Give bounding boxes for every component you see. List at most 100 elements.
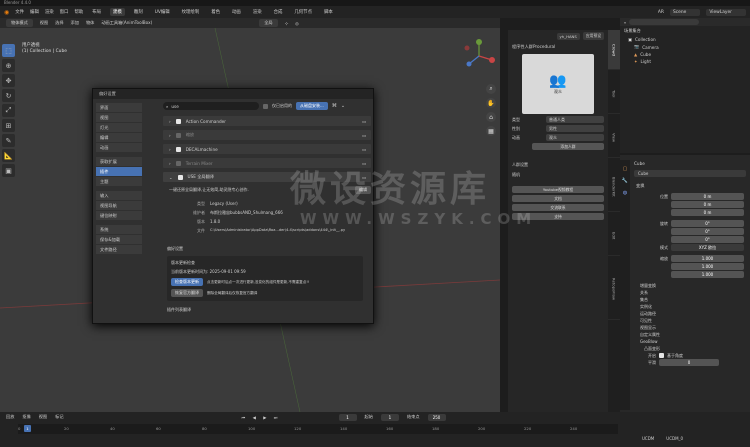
workspace-tab-uv[interactable]: UV编辑 <box>152 8 173 16</box>
outliner-item-collection[interactable]: ▣ Collection <box>620 36 750 43</box>
addon-enable-checkbox[interactable] <box>175 146 181 152</box>
workspace-tab-layout[interactable]: 布局 <box>89 8 104 16</box>
outliner-item-camera[interactable]: 📷 Camera <box>620 43 750 51</box>
add-crowd-button[interactable]: 添加人群 <box>532 143 604 150</box>
workspace-tab-texture[interactable]: 纹理绘制 <box>179 8 203 16</box>
rotation-y-field[interactable]: 0° <box>671 228 744 235</box>
timeline-menu-playback[interactable]: 回放 <box>6 414 14 420</box>
rotation-x-field[interactable]: 0° <box>671 220 744 227</box>
pref-nav-animation[interactable]: 动画 <box>96 143 142 152</box>
expand-arrow-icon[interactable]: › <box>169 161 171 166</box>
addon-search-input[interactable]: use <box>171 104 178 109</box>
pref-nav-system[interactable]: 系统 <box>96 225 142 234</box>
header-menu-add[interactable]: 添加 <box>71 20 79 26</box>
npanel-tab-hans[interactable]: yh_HANS <box>556 32 580 40</box>
menu-edit[interactable]: 编辑 <box>30 9 39 15</box>
pref-nav-extensions[interactable]: 获取扩展 <box>96 157 142 166</box>
timeline-ruler[interactable]: 1 0 20 40 60 80 100 120 140 160 180 200 … <box>18 424 618 434</box>
mode-selector[interactable]: 物体模式 <box>6 19 33 27</box>
addon-row[interactable]: › 缩放 ▭ <box>163 130 371 140</box>
panel-geoblow[interactable]: GeoBlow <box>640 338 750 345</box>
zoom-icon[interactable]: ⌕ <box>486 84 496 94</box>
view-layer-selector[interactable]: ViewLayer <box>706 8 746 16</box>
crowd-random-panel[interactable]: 随机 <box>508 170 608 184</box>
outliner-scene-collection[interactable]: 场景集合 <box>620 26 750 36</box>
timeline-menu-marker[interactable]: 标记 <box>55 414 63 420</box>
pref-nav-viewport[interactable]: 视图 <box>96 113 142 122</box>
collapse-arrow-icon[interactable]: ⌄ <box>169 175 173 180</box>
rotation-z-field[interactable]: 0° <box>671 236 744 243</box>
grid-view-icon[interactable]: ▦ <box>486 126 496 136</box>
tag-icon[interactable]: ⌘ <box>332 103 337 109</box>
crowd-gender-select[interactable]: 男性 <box>546 125 604 132</box>
outliner-search-input[interactable] <box>629 19 700 25</box>
crowd-anim-select[interactable]: 观众 <box>546 134 604 141</box>
end-frame-field[interactable]: 250 <box>427 413 446 421</box>
pref-nav-interface[interactable]: 界面 <box>96 103 142 112</box>
pref-nav-addons[interactable]: 插件 <box>96 167 142 176</box>
snap-icon[interactable]: ⊹ <box>285 21 289 26</box>
select-tool-icon[interactable]: ⬚ <box>2 44 15 57</box>
addon-list-translate-panel[interactable]: 插件列表翻译 <box>167 307 371 313</box>
workspace-tab-scripting[interactable]: 脚本 <box>321 8 336 16</box>
pref-nav-lights[interactable]: 灯光 <box>96 123 142 132</box>
object-name-field[interactable]: Cube <box>634 170 746 177</box>
playhead[interactable]: 1 <box>24 425 31 432</box>
folder-icon[interactable]: ▭ <box>362 133 366 138</box>
sidebar-tab-view[interactable]: View <box>608 118 620 158</box>
crowd-section-header[interactable]: 程序性人群Procedural <box>508 42 608 52</box>
pref-nav-editing[interactable]: 编辑 <box>96 133 142 142</box>
panel-viewport-display[interactable]: 视图显示 <box>640 324 750 331</box>
timeline-menu-view[interactable]: 视图 <box>39 414 47 420</box>
workspace-tab-geonodes[interactable]: 几何节点 <box>291 8 315 16</box>
smooth-field[interactable]: 0 <box>659 359 719 366</box>
header-menu-select[interactable]: 选择 <box>55 20 63 26</box>
addon-search-box[interactable]: ⌕ use <box>163 102 259 110</box>
panel-custom-props[interactable]: 自定义属性 <box>640 331 750 338</box>
pref-nav-file-paths[interactable]: 文件路径 <box>96 245 142 254</box>
workspace-tab-shading[interactable]: 着色 <box>208 8 223 16</box>
outliner-item-cube[interactable]: ▲ Cube <box>620 51 750 58</box>
workspace-tab-animation[interactable]: 动画 <box>229 8 244 16</box>
add-cube-tool-icon[interactable]: ▣ <box>2 164 15 177</box>
cursor-tool-icon[interactable]: ⊕ <box>2 59 15 72</box>
scale-tool-icon[interactable]: ⤢ <box>2 104 15 117</box>
timeline-menu-keying[interactable]: 抠像 <box>22 414 30 420</box>
measure-tool-icon[interactable]: 📐 <box>2 149 15 162</box>
base-angle-checkbox[interactable] <box>659 353 664 358</box>
move-tool-icon[interactable]: ✥ <box>2 74 15 87</box>
toolbox-menu[interactable]: 动画工具箱(AnimToolBox) <box>101 20 152 26</box>
panel-delta-transform[interactable]: 增量变换 <box>640 282 750 289</box>
pref-nav-themes[interactable]: 主题 <box>96 177 142 186</box>
check-update-button[interactable]: 检查版本更新 <box>171 278 203 286</box>
pref-nav-input[interactable]: 输入 <box>96 191 142 200</box>
transform-tool-icon[interactable]: ⊞ <box>2 119 15 132</box>
panel-motion-paths[interactable]: 运动路径 <box>640 310 750 317</box>
current-frame-field[interactable]: 1 <box>338 413 357 421</box>
panel-instancing[interactable]: 实例化 <box>640 303 750 310</box>
render-engine[interactable]: AR <box>658 10 664 15</box>
pref-nav-navigation[interactable]: 视图导航 <box>96 201 142 210</box>
restore-official-button[interactable]: 恢复官方翻译 <box>171 289 203 297</box>
outliner-item-light[interactable]: ✦ Light <box>620 58 750 65</box>
scale-z-field[interactable]: 1.000 <box>671 271 744 278</box>
crowd-type-select[interactable]: 普通人类 <box>546 116 604 123</box>
menu-help[interactable]: 帮助 <box>74 9 83 15</box>
expand-arrow-icon[interactable]: › <box>169 119 171 124</box>
panel-collections[interactable]: 集合 <box>640 296 750 303</box>
menu-file[interactable]: 文件 <box>15 9 24 15</box>
workspace-tab-modeling[interactable]: 建模 <box>110 8 125 16</box>
workspace-tab-compositing[interactable]: 合成 <box>271 8 286 16</box>
chevron-down-icon[interactable]: ⌄ <box>341 103 345 109</box>
scale-y-field[interactable]: 1.000 <box>671 263 744 270</box>
play-controls[interactable]: ⏮ ◀ ▶ ⏭ <box>242 415 281 420</box>
folder-icon[interactable]: ▭ <box>362 147 366 152</box>
addon-row[interactable]: › Action Commander ▭ <box>163 116 371 126</box>
docs-button[interactable]: 文档 <box>512 195 604 202</box>
menu-window[interactable]: 窗口 <box>60 9 69 15</box>
pref-nav-save-load[interactable]: 保存&加载 <box>96 235 142 244</box>
location-x-field[interactable]: 0 m <box>671 193 744 200</box>
panel-bump-deform[interactable]: 凸面变形 <box>644 345 750 352</box>
rotate-tool-icon[interactable]: ↻ <box>2 89 15 102</box>
scene-selector[interactable]: Scene <box>669 8 701 16</box>
